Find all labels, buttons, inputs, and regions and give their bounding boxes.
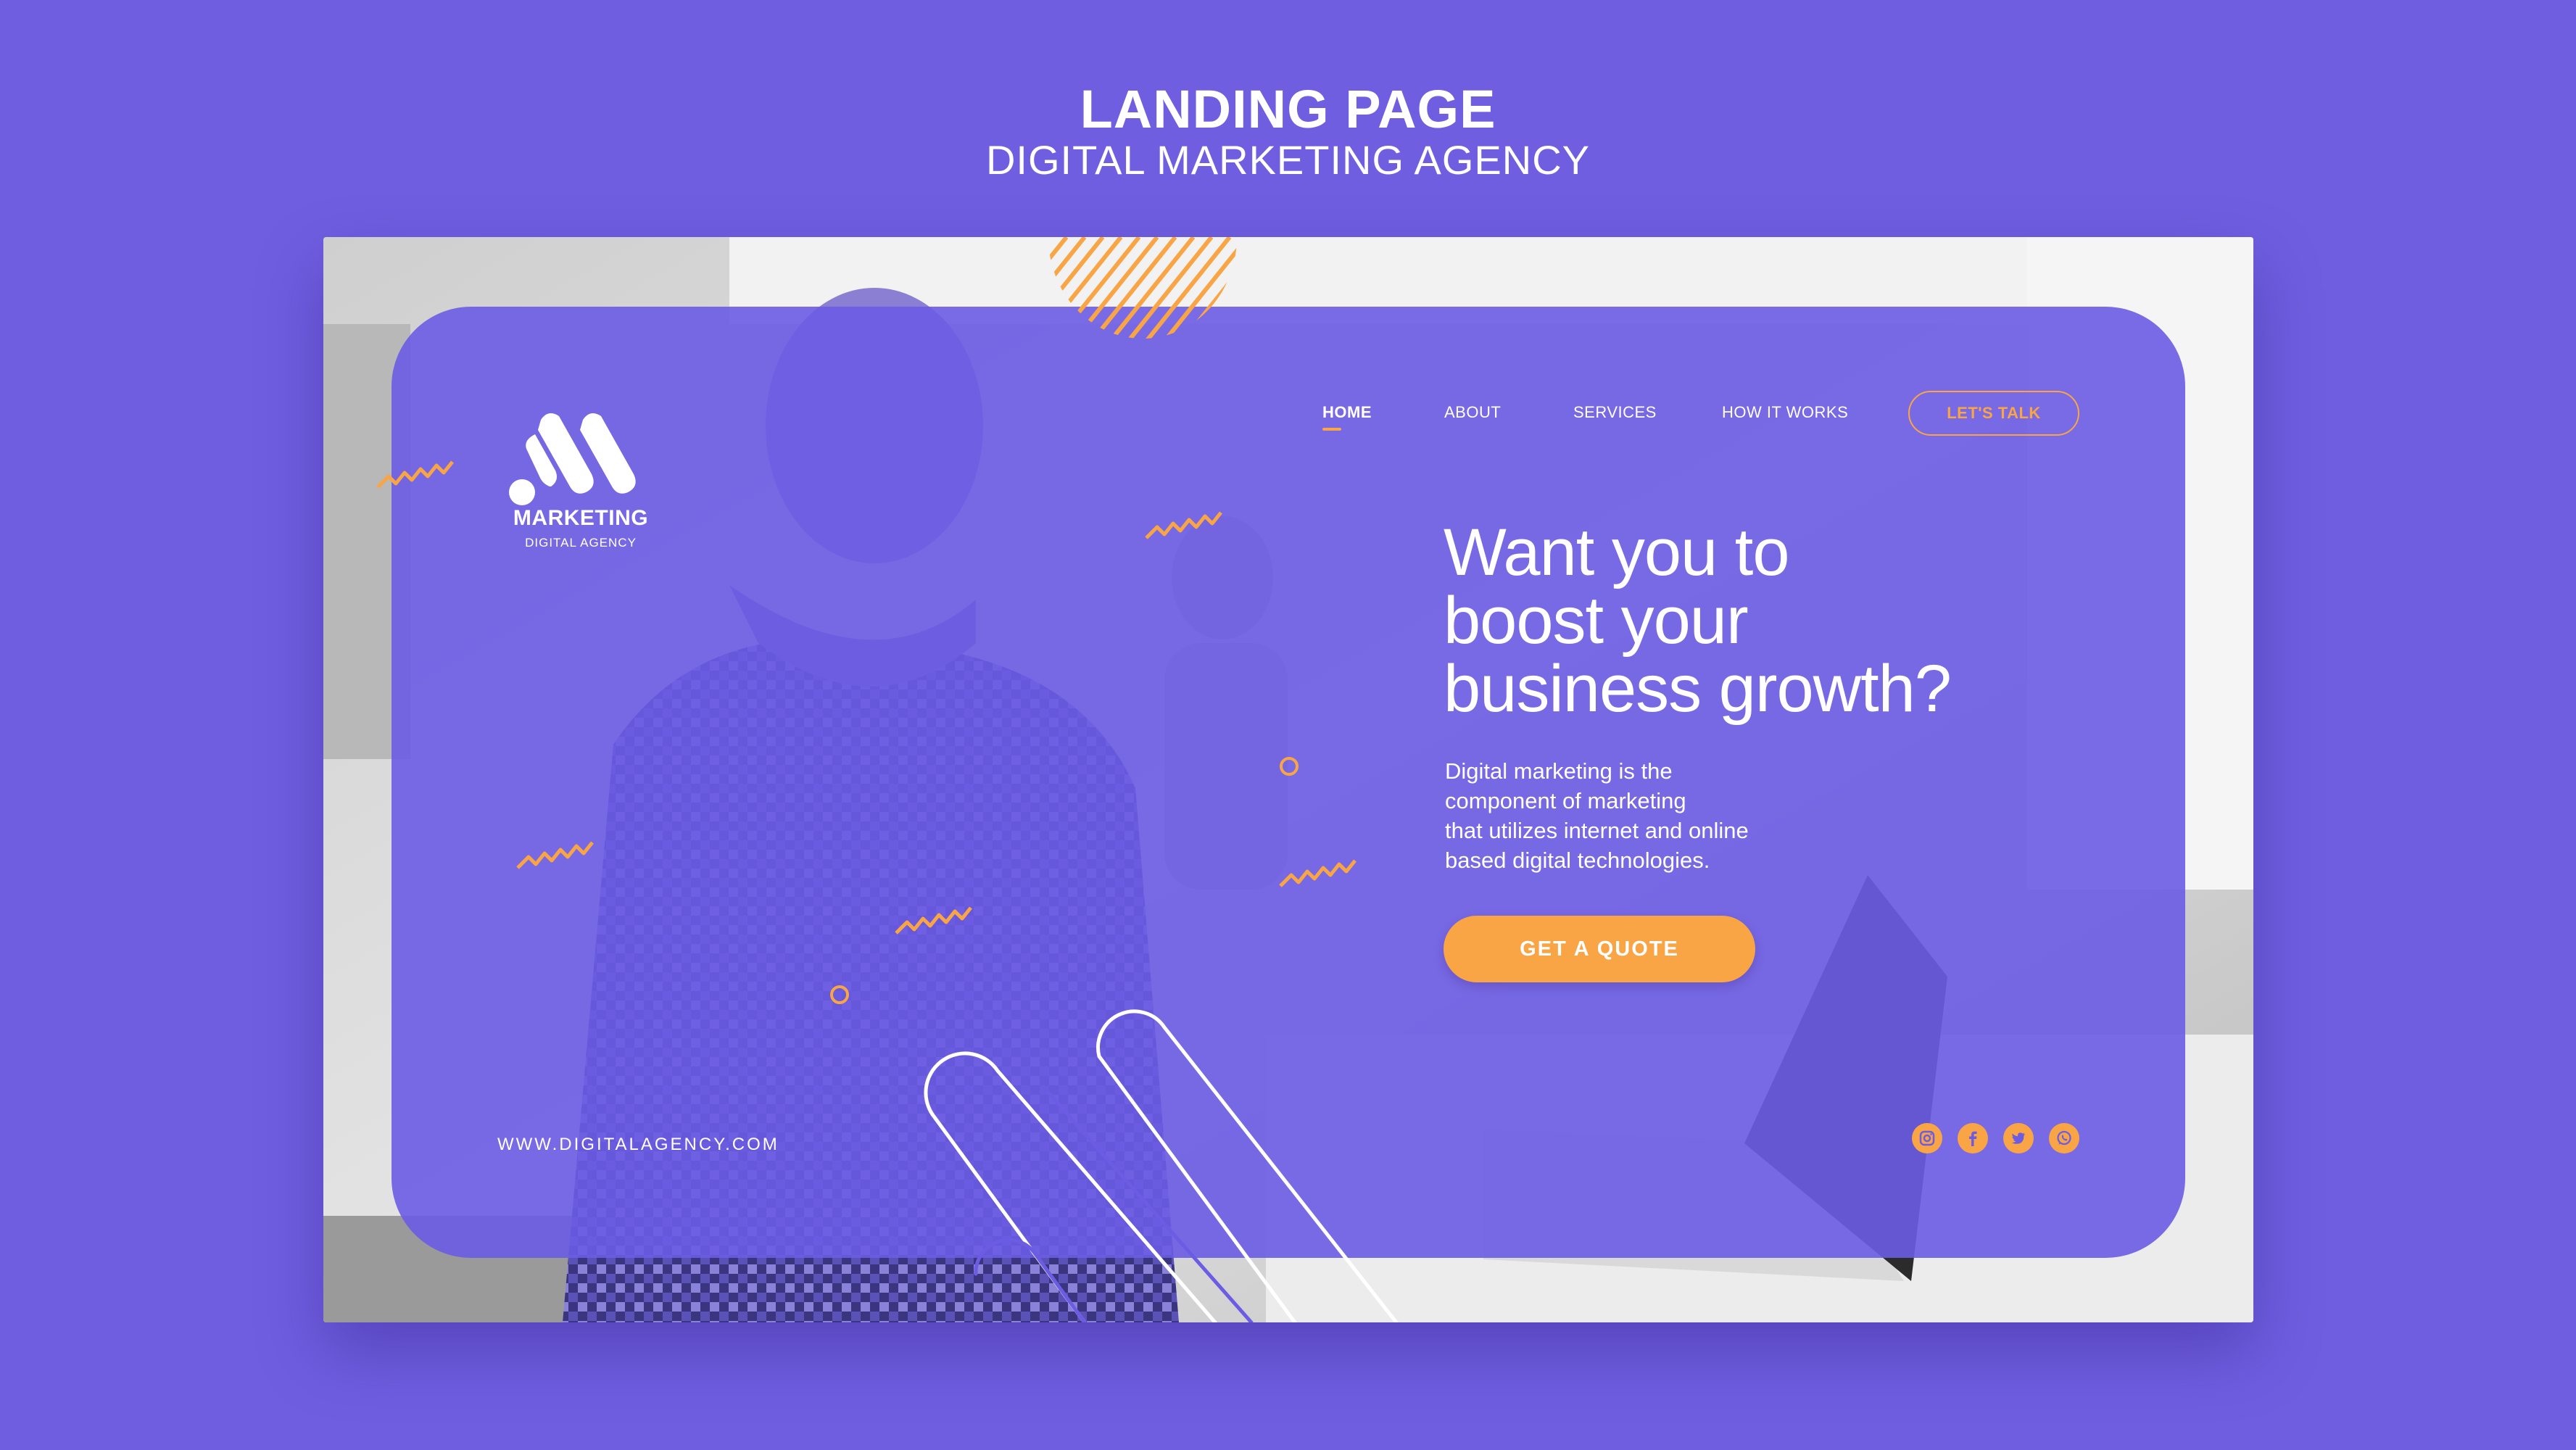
twitter-icon[interactable]: [2003, 1123, 2034, 1153]
nav-services-label: SERVICES: [1573, 403, 1657, 421]
nav-about-label: ABOUT: [1444, 403, 1502, 421]
landing-page-mockup: MARKETING DIGITAL AGENCY HOME ABOUT SERV…: [323, 237, 2253, 1322]
nav-services[interactable]: SERVICES: [1573, 403, 1657, 422]
page-title: LANDING PAGE: [1080, 79, 1496, 139]
nav-home-label: HOME: [1322, 403, 1372, 421]
nav-how-it-works[interactable]: HOW IT WORKS: [1722, 403, 1848, 422]
nav-about[interactable]: ABOUT: [1444, 403, 1501, 422]
logo-tagline: DIGITAL AGENCY: [525, 536, 637, 550]
headline-line: boost your: [1444, 584, 1749, 658]
nav-home[interactable]: HOME: [1322, 403, 1372, 431]
whatsapp-icon[interactable]: [2049, 1123, 2079, 1153]
lets-talk-button[interactable]: LET'S TALK: [1908, 391, 2079, 436]
description-line: based digital technologies.: [1445, 848, 1710, 873]
logo-name: MARKETING: [513, 506, 649, 530]
get-a-quote-button[interactable]: GET A QUOTE: [1444, 916, 1755, 982]
marketing-logo-icon: [509, 413, 636, 505]
description-line: component of marketing: [1445, 788, 1686, 813]
social-icons: [1912, 1123, 2079, 1153]
facebook-icon[interactable]: [1958, 1123, 1988, 1153]
nav-how-it-works-label: HOW IT WORKS: [1722, 403, 1849, 421]
hero-headline: Want you to boost your business growth?: [1444, 518, 2096, 723]
headline-line: business growth?: [1444, 652, 1952, 726]
instagram-icon[interactable]: [1912, 1123, 1942, 1153]
description-line: Digital marketing is the: [1445, 758, 1673, 784]
description-line: that utilizes internet and online: [1445, 818, 1749, 843]
hero-description: Digital marketing is the component of ma…: [1445, 756, 1851, 875]
page-subtitle: DIGITAL MARKETING AGENCY: [985, 137, 1591, 183]
website-url[interactable]: WWW.DIGITALAGENCY.COM: [497, 1135, 779, 1155]
active-indicator: [1322, 428, 1341, 431]
headline-line: Want you to: [1444, 515, 1790, 589]
